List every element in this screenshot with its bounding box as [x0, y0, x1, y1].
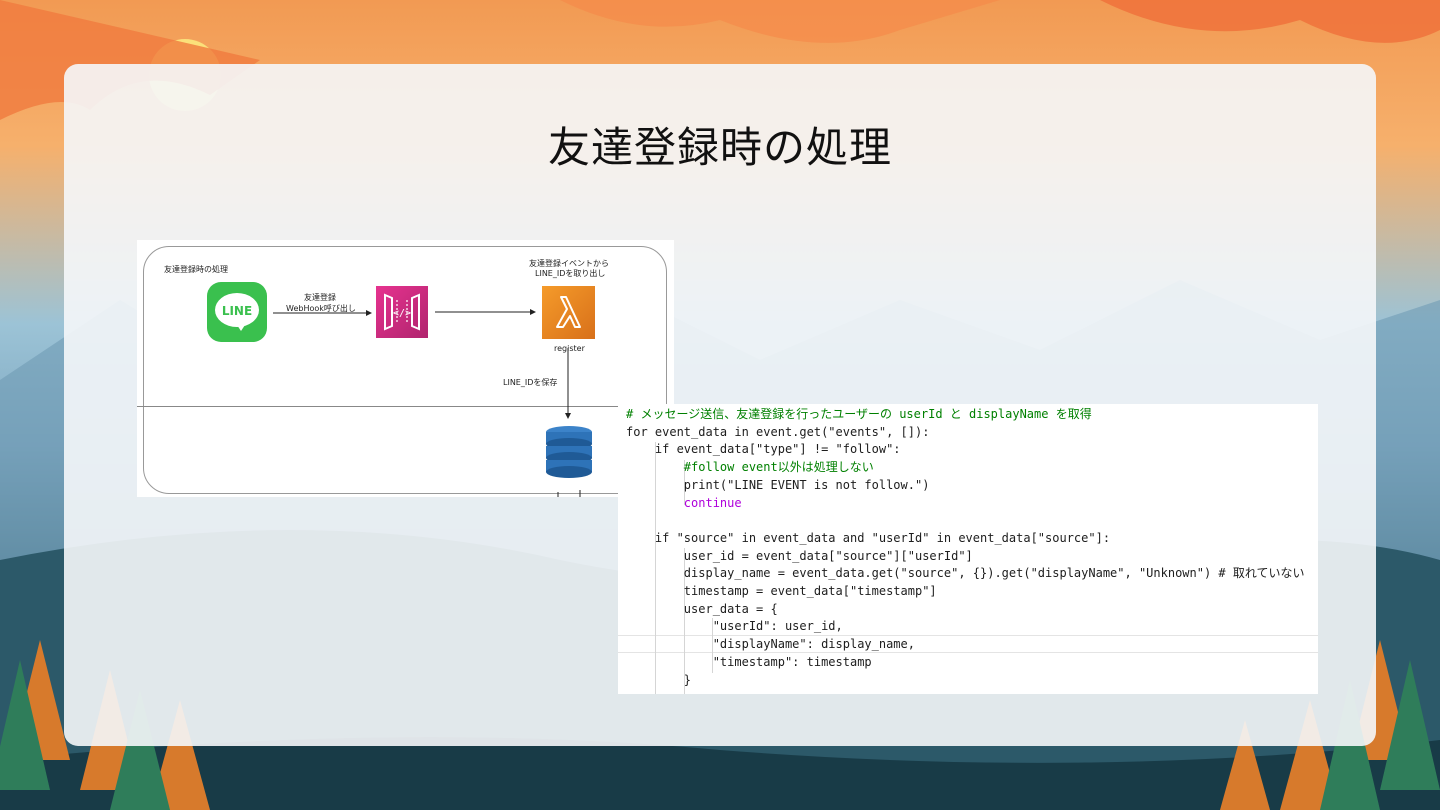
code-snippet-panel: # メッセージ送信、友達登録を行ったユーザーの userId と display… [618, 404, 1318, 694]
svg-text:</>: </> [393, 308, 411, 319]
lambda-label-line2: LINE_IDを取り出し [535, 269, 606, 278]
code-line-13: "userId": user_id, [626, 619, 843, 634]
code-line-6: continue [626, 495, 742, 510]
code-line-1: # メッセージ送信、友達登録を行ったユーザーの userId と display… [626, 407, 1092, 421]
api-gateway-icon: </> [376, 286, 428, 338]
code-line-12: user_data = { [626, 601, 778, 616]
code-line-16: } [626, 672, 692, 687]
code-line-3: if event_data["type"] != "follow": [626, 442, 901, 457]
code-line-14: "displayName": display_name, [626, 637, 915, 652]
architecture-diagram: 友達登録時の処理 LINE 友達登録 WebHook呼び出し </> 友達登録イ… [137, 240, 674, 497]
api-gateway-glyph: </> [384, 293, 420, 331]
code-line-2: for event_data in event.get("events", []… [626, 424, 930, 439]
lambda-function-name: register [554, 344, 585, 353]
arrow2-label: LINE_IDを保存 [503, 378, 558, 387]
aws-lambda-icon [542, 286, 595, 339]
code-line-9: user_id = event_data["source"]["userId"] [626, 548, 973, 563]
code-line-5: print("LINE EVENT is not follow.") [626, 477, 930, 492]
code-line-8: if "source" in event_data and "userId" i… [626, 530, 1111, 545]
code-line-4: #follow event以外は処理しない [626, 460, 874, 475]
dynamodb-glyph [546, 426, 592, 478]
dynamodb-icon [543, 425, 595, 481]
code-line-11: timestamp = event_data["timestamp"] [626, 584, 937, 598]
slide-title: 友達登録時の処理 [547, 123, 892, 172]
lambda-glyph [556, 296, 581, 328]
code-line-10: display_name = event_data.get("source", … [626, 566, 1305, 581]
code-line-15: "timestamp": timestamp [626, 654, 872, 669]
